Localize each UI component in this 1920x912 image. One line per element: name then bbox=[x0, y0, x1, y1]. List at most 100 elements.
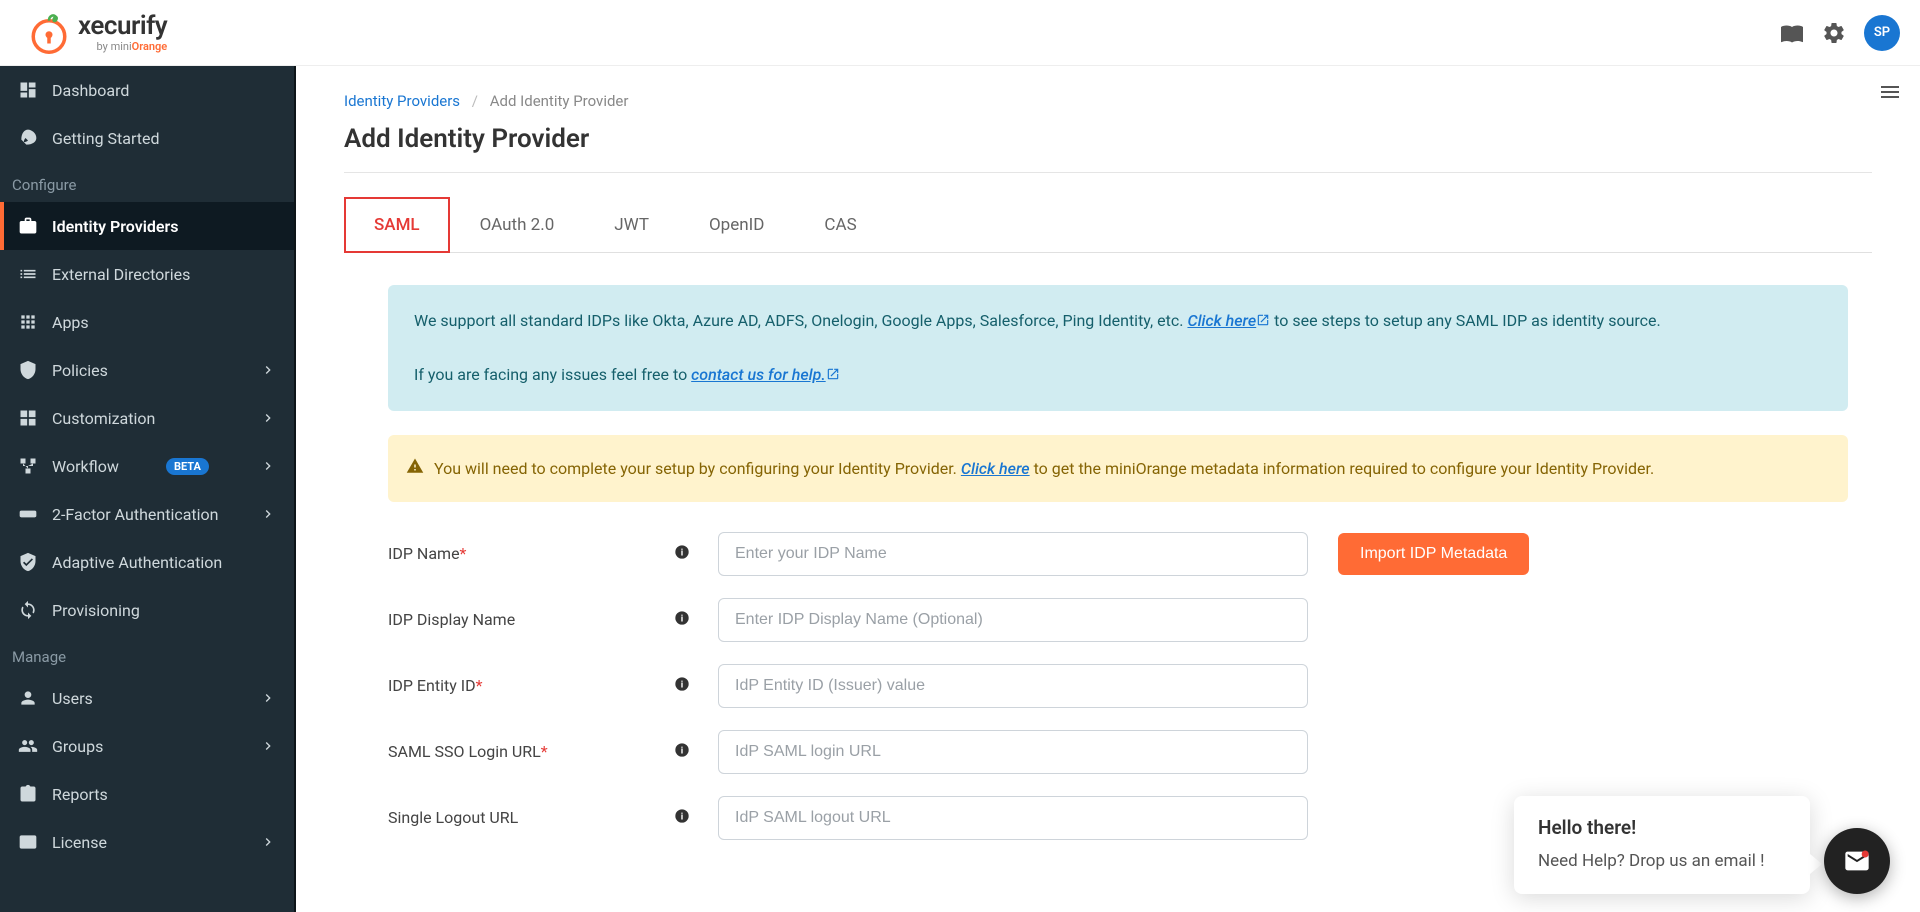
widgets-icon bbox=[18, 408, 38, 428]
tab-openid[interactable]: OpenID bbox=[679, 197, 794, 253]
shield-icon bbox=[18, 360, 38, 380]
nav-label: Users bbox=[52, 689, 93, 708]
svg-text:i: i bbox=[681, 548, 683, 559]
nav-getting-started[interactable]: Getting Started bbox=[0, 114, 294, 162]
mail-icon bbox=[1843, 847, 1871, 875]
chevron-right-icon bbox=[260, 738, 276, 754]
sync-icon bbox=[18, 600, 38, 620]
shield-check-icon bbox=[18, 552, 38, 572]
header: xecurify by miniOrange SP bbox=[0, 0, 1920, 66]
svg-text:i: i bbox=[681, 680, 683, 691]
chat-message: Need Help? Drop us an email ! bbox=[1538, 849, 1786, 875]
nav-external-directories[interactable]: External Directories bbox=[0, 250, 294, 298]
beta-badge: BETA bbox=[166, 458, 209, 475]
label-entity-id: IDP Entity ID*i bbox=[388, 676, 718, 695]
svg-text:i: i bbox=[681, 614, 683, 625]
chevron-right-icon bbox=[260, 410, 276, 426]
clipboard-icon bbox=[18, 784, 38, 804]
nav-reports[interactable]: Reports bbox=[0, 770, 294, 818]
tab-oauth[interactable]: OAuth 2.0 bbox=[450, 197, 585, 253]
external-link-icon bbox=[826, 367, 840, 381]
info-icon[interactable]: i bbox=[674, 544, 690, 560]
nav-label: License bbox=[52, 833, 107, 852]
nav-license[interactable]: License bbox=[0, 818, 294, 866]
warn-link[interactable]: Click here bbox=[961, 459, 1030, 478]
chat-popup-arrow bbox=[1810, 854, 1822, 874]
nav-groups[interactable]: Groups bbox=[0, 722, 294, 770]
input-idp-name[interactable] bbox=[718, 532, 1308, 576]
nav-provisioning[interactable]: Provisioning bbox=[0, 586, 294, 634]
chevron-right-icon bbox=[260, 690, 276, 706]
nav-2fa[interactable]: 2-Factor Authentication bbox=[0, 490, 294, 538]
card-icon bbox=[18, 832, 38, 852]
nav-label: Customization bbox=[52, 409, 155, 428]
info-text-1b: to see steps to setup any SAML IDP as id… bbox=[1274, 311, 1661, 330]
chevron-right-icon bbox=[260, 834, 276, 850]
info-icon[interactable]: i bbox=[674, 808, 690, 824]
sidebar: Dashboard Getting Started Configure Iden… bbox=[0, 66, 296, 912]
label-slo-url: Single Logout URLi bbox=[388, 808, 718, 827]
info-icon[interactable]: i bbox=[674, 676, 690, 692]
hamburger-menu[interactable] bbox=[1878, 80, 1902, 108]
nav-label: External Directories bbox=[52, 265, 190, 284]
nav-adaptive-auth[interactable]: Adaptive Authentication bbox=[0, 538, 294, 586]
import-metadata-button[interactable]: Import IDP Metadata bbox=[1338, 533, 1529, 575]
workflow-icon bbox=[18, 456, 38, 476]
nav-label: 2-Factor Authentication bbox=[52, 505, 219, 524]
nav-label: Adaptive Authentication bbox=[52, 553, 222, 572]
chevron-right-icon bbox=[260, 362, 276, 378]
input-idp-display[interactable] bbox=[718, 598, 1308, 642]
input-slo-url[interactable] bbox=[718, 796, 1308, 840]
nav-apps[interactable]: Apps bbox=[0, 298, 294, 346]
info-icon[interactable]: i bbox=[674, 610, 690, 626]
input-sso-url[interactable] bbox=[718, 730, 1308, 774]
avatar[interactable]: SP bbox=[1864, 15, 1900, 51]
nav-policies[interactable]: Policies bbox=[0, 346, 294, 394]
nav-workflow[interactable]: Workflow BETA bbox=[0, 442, 294, 490]
menu-icon bbox=[1878, 80, 1902, 104]
nav-users[interactable]: Users bbox=[0, 674, 294, 722]
chevron-right-icon bbox=[260, 506, 276, 522]
nav-label: Workflow bbox=[52, 457, 119, 476]
info-link-1[interactable]: Click here bbox=[1187, 311, 1270, 330]
briefcase-icon bbox=[18, 216, 38, 236]
dashboard-icon bbox=[18, 80, 38, 100]
book-icon[interactable] bbox=[1780, 21, 1804, 45]
page-title: Add Identity Provider bbox=[344, 124, 1872, 154]
nav-identity-providers[interactable]: Identity Providers bbox=[0, 202, 294, 250]
warning-icon bbox=[406, 457, 424, 475]
input-entity-id[interactable] bbox=[718, 664, 1308, 708]
nav-label: Policies bbox=[52, 361, 108, 380]
list-icon bbox=[18, 264, 38, 284]
nav-label: Identity Providers bbox=[52, 217, 179, 236]
gear-icon[interactable] bbox=[1822, 21, 1846, 45]
brand-logo[interactable]: xecurify by miniOrange bbox=[28, 12, 167, 54]
brand-name: xecurify bbox=[78, 13, 167, 39]
breadcrumb-separator: / bbox=[472, 92, 478, 110]
label-idp-name: IDP Name*i bbox=[388, 544, 718, 563]
pin-icon bbox=[18, 504, 38, 524]
info-text-1: We support all standard IDPs like Okta, … bbox=[414, 311, 1187, 330]
chevron-right-icon bbox=[260, 458, 276, 474]
divider bbox=[344, 172, 1872, 173]
nav-dashboard[interactable]: Dashboard bbox=[0, 66, 294, 114]
warn-text-pre: You will need to complete your setup by … bbox=[434, 459, 961, 478]
info-link-2[interactable]: contact us for help. bbox=[691, 365, 840, 384]
nav-label: Reports bbox=[52, 785, 108, 804]
nav-customization[interactable]: Customization bbox=[0, 394, 294, 442]
tab-jwt[interactable]: JWT bbox=[584, 197, 679, 253]
breadcrumb-current: Add Identity Provider bbox=[490, 92, 629, 110]
tab-cas[interactable]: CAS bbox=[794, 197, 886, 253]
nav-section-configure: Configure bbox=[0, 162, 294, 202]
breadcrumb-root[interactable]: Identity Providers bbox=[344, 92, 460, 110]
chat-fab[interactable] bbox=[1824, 828, 1890, 894]
svg-text:i: i bbox=[681, 746, 683, 757]
warn-text-post: to get the miniOrange metadata informati… bbox=[1034, 459, 1655, 478]
nav-label: Provisioning bbox=[52, 601, 140, 620]
chat-popup: Hello there! Need Help? Drop us an email… bbox=[1514, 796, 1810, 895]
tab-saml[interactable]: SAML bbox=[344, 197, 450, 253]
nav-label: Dashboard bbox=[52, 81, 129, 100]
rocket-icon bbox=[18, 128, 38, 148]
info-icon[interactable]: i bbox=[674, 742, 690, 758]
nav-section-manage: Manage bbox=[0, 634, 294, 674]
